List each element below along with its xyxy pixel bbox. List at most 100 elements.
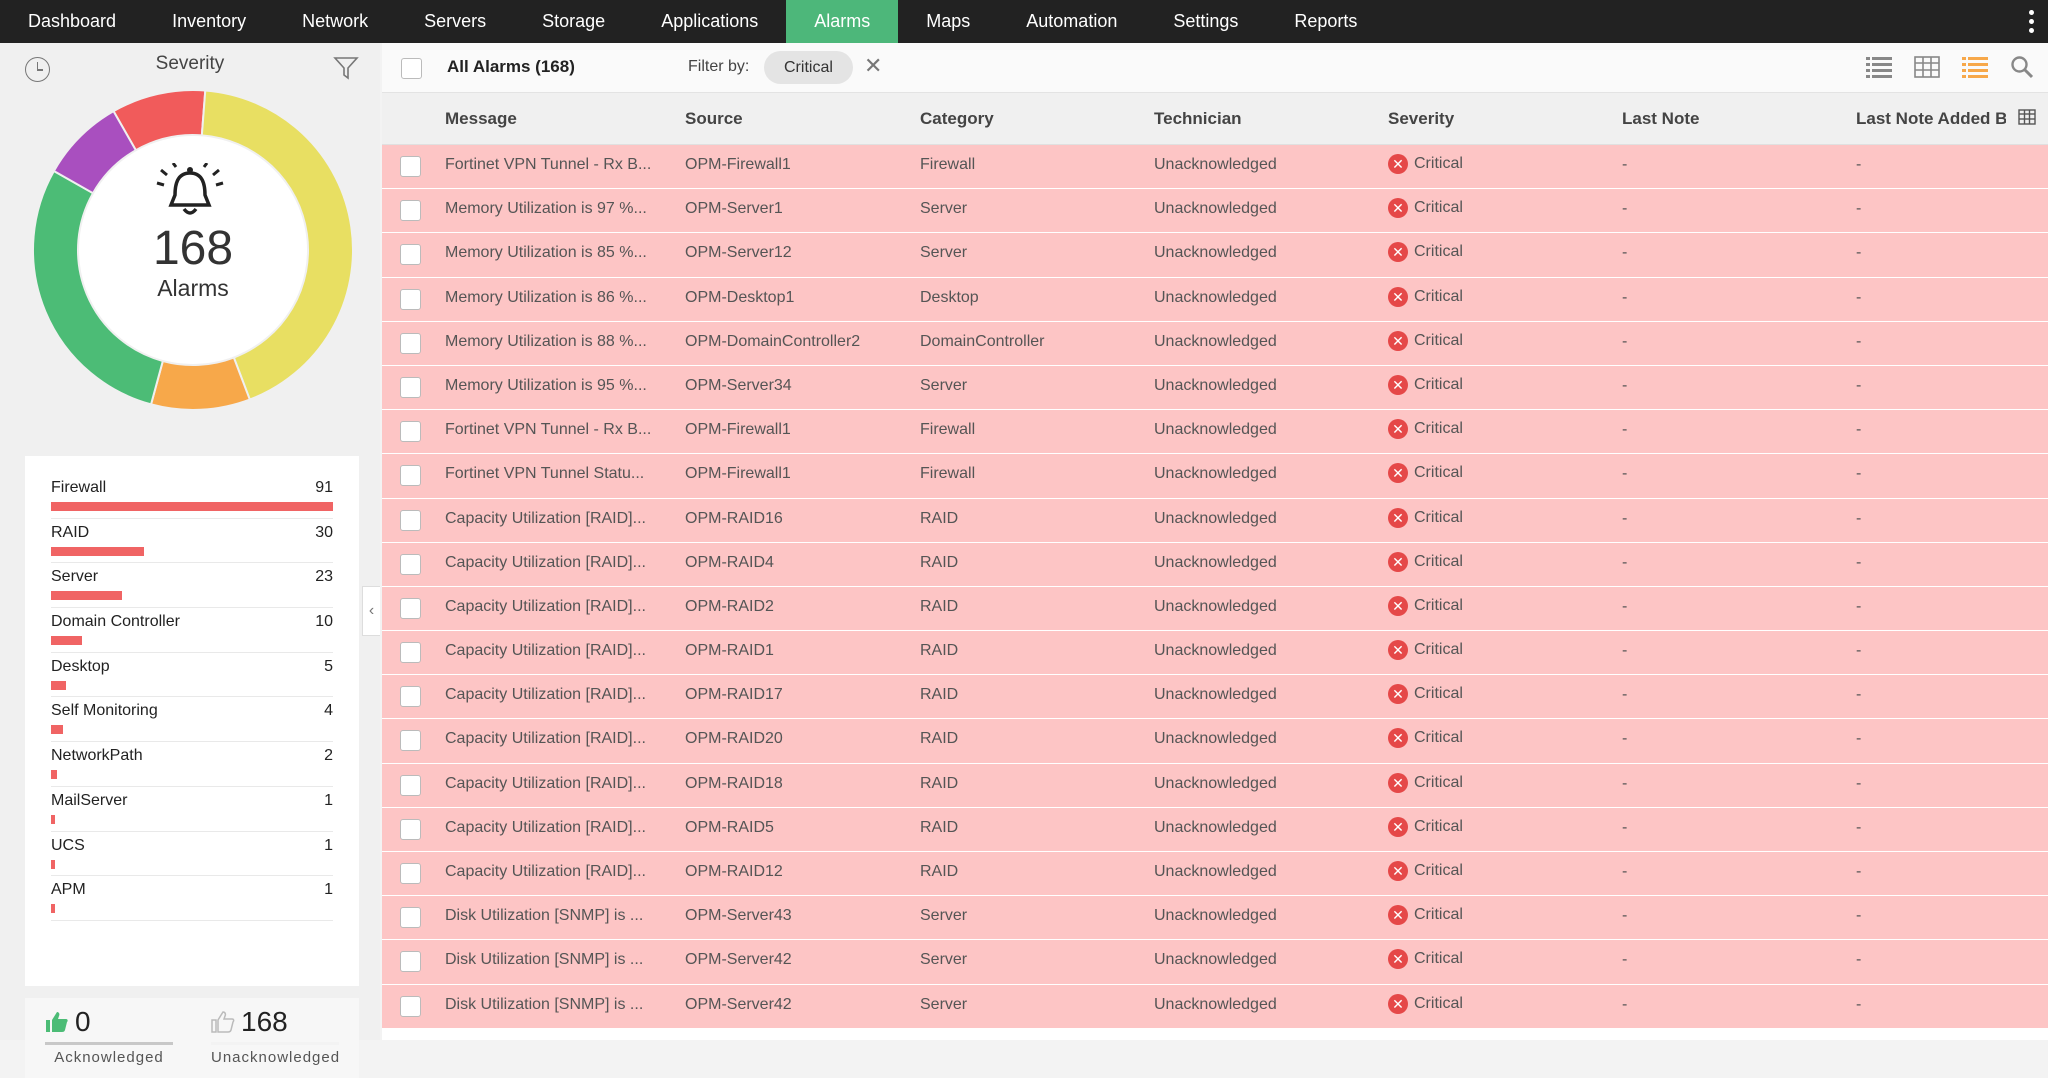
grid-view-icon[interactable] [1914, 55, 1940, 79]
row-checkbox[interactable] [400, 642, 421, 664]
table-row[interactable]: Capacity Utilization [RAID]... OPM-RAID2 R… [382, 586, 2048, 632]
severity-list-view-icon[interactable] [1962, 55, 1988, 79]
row-checkbox[interactable] [400, 863, 421, 884]
column-header-last-note-added-b[interactable]: Last Note Added B [1856, 109, 2006, 129]
cell-source[interactable]: OPM-Server43 [685, 907, 792, 925]
cell-source[interactable]: OPM-DomainController2 [685, 333, 860, 351]
nav-item-maps[interactable]: Maps [898, 0, 998, 43]
cell-message[interactable]: Fortinet VPN Tunnel - Rx B... [445, 156, 651, 174]
row-checkbox[interactable] [400, 509, 421, 531]
row-checkbox[interactable] [400, 818, 421, 840]
cell-message[interactable]: Memory Utilization is 86 %... [445, 289, 647, 307]
table-row[interactable]: Capacity Utilization [RAID]... OPM-RAID4 R… [382, 542, 2048, 587]
filter-chip[interactable]: Critical [764, 51, 853, 84]
column-header-source[interactable]: Source [685, 109, 743, 129]
cell-message[interactable]: Disk Utilization [SNMP] is ... [445, 996, 643, 1014]
table-row[interactable]: Fortinet VPN Tunnel - Rx B... OPM-Firewal… [382, 410, 2048, 455]
table-row[interactable]: Memory Utilization is 85 %... OPM-Server1… [382, 233, 2048, 278]
cell-message[interactable]: Disk Utilization [SNMP] is ... [445, 951, 643, 969]
cell-message[interactable]: Memory Utilization is 88 %... [445, 333, 647, 351]
table-row[interactable]: Memory Utilization is 86 %... OPM-Desktop… [382, 277, 2048, 322]
cell-source[interactable]: OPM-RAID1 [685, 642, 774, 660]
table-row[interactable]: Capacity Utilization [RAID]... OPM-RAID12… [382, 852, 2048, 897]
cell-source[interactable]: OPM-Server42 [685, 951, 792, 969]
cell-source[interactable]: OPM-Firewall1 [685, 156, 791, 174]
table-row[interactable]: Capacity Utilization [RAID]... OPM-RAID17… [382, 675, 2048, 720]
category-row[interactable]: Firewall 91 [51, 474, 333, 519]
row-checkbox[interactable] [400, 376, 421, 398]
row-checkbox[interactable] [400, 288, 421, 310]
row-checkbox[interactable] [400, 156, 421, 177]
cell-message[interactable]: Disk Utilization [SNMP] is ... [445, 907, 643, 925]
cell-message[interactable]: Capacity Utilization [RAID]... [445, 598, 646, 616]
column-header-last-note[interactable]: Last Note [1622, 109, 1699, 129]
table-row[interactable]: Capacity Utilization [RAID]... OPM-RAID1 R… [382, 631, 2048, 676]
cell-source[interactable]: OPM-Server34 [685, 377, 792, 395]
select-all-checkbox[interactable] [401, 58, 422, 79]
category-row[interactable]: UCS 1 [51, 832, 333, 877]
nav-item-settings[interactable]: Settings [1145, 0, 1266, 43]
column-header-message[interactable]: Message [445, 109, 517, 129]
table-row[interactable]: Capacity Utilization [RAID]... OPM-RAID20… [382, 719, 2048, 764]
cell-source[interactable]: OPM-RAID4 [685, 554, 774, 572]
more-options-icon[interactable] [2029, 0, 2034, 43]
cell-message[interactable]: Capacity Utilization [RAID]... [445, 554, 646, 572]
nav-item-inventory[interactable]: Inventory [144, 0, 274, 43]
cell-message[interactable]: Fortinet VPN Tunnel - Rx B... [445, 421, 651, 439]
unacknowledged-block[interactable]: 168 Unacknowledged [211, 1006, 339, 1066]
cell-source[interactable]: OPM-Desktop1 [685, 289, 794, 307]
row-checkbox[interactable] [400, 907, 421, 929]
filter-icon[interactable] [333, 55, 359, 81]
cell-source[interactable]: OPM-RAID16 [685, 510, 783, 528]
nav-item-dashboard[interactable]: Dashboard [0, 0, 144, 43]
category-row[interactable]: RAID 30 [51, 519, 333, 564]
cell-message[interactable]: Capacity Utilization [RAID]... [445, 819, 646, 837]
row-checkbox[interactable] [400, 421, 421, 443]
row-checkbox[interactable] [400, 465, 421, 487]
category-row[interactable]: NetworkPath 2 [51, 742, 333, 787]
category-row[interactable]: MailServer 1 [51, 787, 333, 832]
cell-message[interactable]: Fortinet VPN Tunnel Statu... [445, 465, 644, 483]
acknowledged-block[interactable]: 0 Acknowledged [45, 1006, 173, 1066]
row-checkbox[interactable] [400, 995, 421, 1017]
cell-message[interactable]: Capacity Utilization [RAID]... [445, 730, 646, 748]
nav-item-applications[interactable]: Applications [633, 0, 786, 43]
nav-item-network[interactable]: Network [274, 0, 396, 43]
cell-message[interactable]: Capacity Utilization [RAID]... [445, 686, 646, 704]
cell-source[interactable]: OPM-RAID5 [685, 819, 774, 837]
cell-source[interactable]: OPM-RAID18 [685, 775, 783, 793]
category-row[interactable]: Domain Controller 10 [51, 608, 333, 653]
category-row[interactable]: Server 23 [51, 563, 333, 609]
row-checkbox[interactable] [400, 244, 421, 266]
column-header-technician[interactable]: Technician [1154, 109, 1242, 129]
nav-item-automation[interactable]: Automation [998, 0, 1145, 43]
cell-source[interactable]: OPM-Server42 [685, 996, 792, 1014]
category-row[interactable]: Desktop 5 [51, 653, 333, 698]
table-row[interactable]: Capacity Utilization [RAID]... OPM-RAID5 R… [382, 807, 2048, 852]
row-checkbox[interactable] [400, 774, 421, 796]
cell-source[interactable]: OPM-RAID20 [685, 730, 783, 748]
category-row[interactable]: Self Monitoring 4 [51, 697, 333, 743]
table-row[interactable]: Fortinet VPN Tunnel - Rx B... OPM-Firewal… [382, 145, 2048, 190]
cell-message[interactable]: Capacity Utilization [RAID]... [445, 775, 646, 793]
column-header-severity[interactable]: Severity [1388, 109, 1454, 129]
cell-message[interactable]: Memory Utilization is 97 %... [445, 200, 647, 218]
category-row[interactable]: APM 1 [51, 876, 333, 921]
column-settings-icon[interactable] [2018, 109, 2036, 125]
cell-source[interactable]: OPM-RAID12 [685, 863, 783, 881]
row-checkbox[interactable] [400, 200, 421, 222]
nav-item-storage[interactable]: Storage [514, 0, 633, 43]
cell-source[interactable]: OPM-Server12 [685, 244, 792, 262]
cell-source[interactable]: OPM-RAID2 [685, 598, 774, 616]
cell-source[interactable]: OPM-Firewall1 [685, 421, 791, 439]
cell-source[interactable]: OPM-RAID17 [685, 686, 783, 704]
table-row[interactable]: Capacity Utilization [RAID]... OPM-RAID18… [382, 763, 2048, 808]
table-row[interactable]: Memory Utilization is 97 %... OPM-Server1… [382, 189, 2048, 234]
nav-item-servers[interactable]: Servers [396, 0, 514, 43]
cell-message[interactable]: Capacity Utilization [RAID]... [445, 863, 646, 881]
table-row[interactable]: Memory Utilization is 88 %... OPM-DomainC… [382, 321, 2048, 366]
table-row[interactable]: Capacity Utilization [RAID]... OPM-RAID16… [382, 498, 2048, 543]
nav-item-reports[interactable]: Reports [1266, 0, 1385, 43]
column-header-category[interactable]: Category [920, 109, 994, 129]
cell-source[interactable]: OPM-Firewall1 [685, 465, 791, 483]
